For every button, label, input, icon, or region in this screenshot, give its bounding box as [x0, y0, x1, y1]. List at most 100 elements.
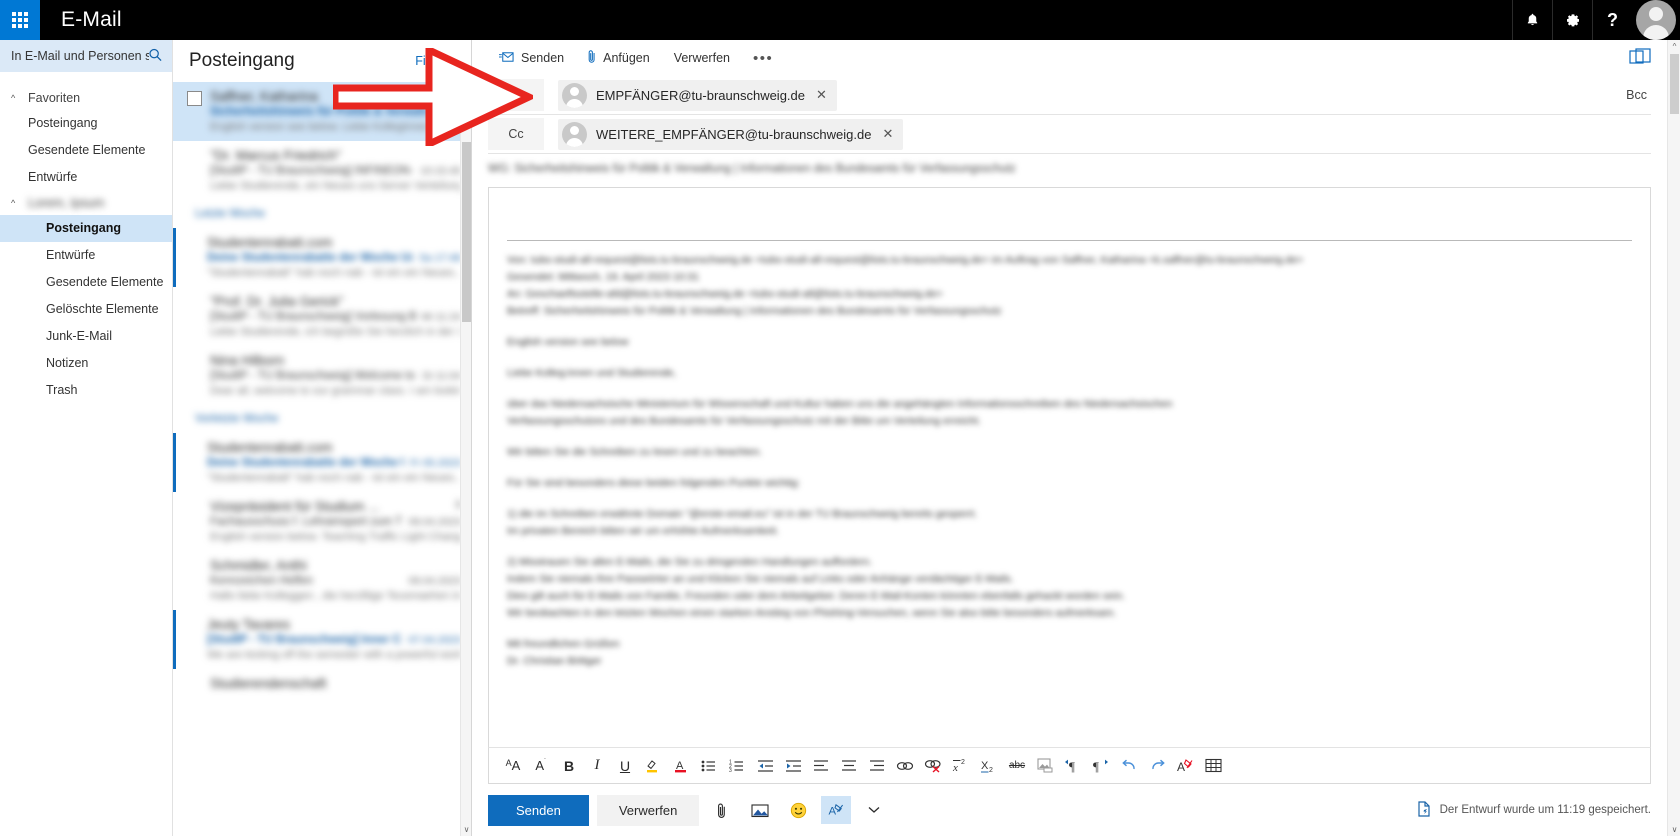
body-line: Im privaten Bereich bitten wir um erhöht… [507, 525, 779, 537]
sidebar-item-gesendete-elemente[interactable]: Gesendete Elemente [0, 269, 172, 296]
message-list-items[interactable]: Saffner, Katharina Sicherheitshinweis fü… [173, 82, 471, 836]
message-list-item-8[interactable]: Jeuty Tavares [StudIP - TU Braunschweig]… [173, 610, 471, 669]
to-field-recipients[interactable]: EMPFÄNGER@tu-braunschweig.de ✕ [544, 79, 1626, 111]
rtl-direction-icon[interactable]: ¶ [1087, 753, 1115, 778]
sidebar-item-junk-email[interactable]: Junk-E-Mail [0, 323, 172, 350]
clear-formatting-icon[interactable]: A [1171, 753, 1199, 778]
scroll-down-icon[interactable]: ∨ [461, 823, 471, 836]
sidebar-group-favorites-label: Favoriten [28, 91, 81, 105]
notifications-button[interactable] [1512, 0, 1552, 40]
insert-link-icon[interactable] [891, 753, 919, 778]
to-field-label[interactable]: An [488, 79, 544, 111]
message-body-editor[interactable]: Von: tubs-studi-all-request@lists.tu-bra… [488, 187, 1651, 747]
more-commands-button[interactable]: ••• [743, 48, 783, 69]
scroll-down-icon[interactable]: ∨ [1668, 823, 1680, 836]
decrease-indent-icon[interactable] [751, 753, 779, 778]
sidebar-item-fav-posteingang[interactable]: Posteingang [0, 110, 172, 137]
bcc-toggle-button[interactable]: Bcc [1626, 88, 1651, 102]
sidebar-item-fav-gesendete[interactable]: Gesendete Elemente [0, 137, 172, 164]
app-launcher-button[interactable] [0, 0, 40, 40]
strikethrough-icon[interactable]: abc [1003, 753, 1031, 778]
message-subject: [StudIP - TU Braunschweig] INFINEON-P. [210, 165, 415, 177]
scroll-up-icon[interactable]: ^ [1668, 40, 1680, 53]
sidebar-item-entwuerfe[interactable]: Entwürfe [0, 242, 172, 269]
sidebar-item-trash[interactable]: Trash [0, 377, 172, 404]
discard-command[interactable]: Verwerfen [663, 46, 741, 70]
insert-image-icon[interactable] [1031, 753, 1059, 778]
align-left-icon[interactable] [807, 753, 835, 778]
superscript-icon[interactable]: x2 [947, 753, 975, 778]
sidebar-group-favorites[interactable]: ^ Favoriten [0, 86, 172, 110]
message-list-item-6[interactable]: Vizepräsident für Studium ... 3 Fachauss… [173, 492, 471, 551]
attach-command[interactable]: Anfügen [577, 44, 661, 72]
sidebar-item-geloeschte-elemente[interactable]: Gelöschte Elemente [0, 296, 172, 323]
bold-icon[interactable]: B [555, 753, 583, 778]
toggle-formatting-options-icon[interactable]: A [821, 796, 852, 824]
highlight-color-icon[interactable] [639, 753, 667, 778]
insert-emoji-icon[interactable] [783, 796, 813, 824]
subscript-icon[interactable]: X2 [975, 753, 1003, 778]
message-list-item-7[interactable]: Schmidler, Anthi Kennzeichen Helfen 09.0… [173, 551, 471, 610]
page-scrollbar[interactable]: ^ ∨ [1667, 40, 1680, 836]
message-list-item-3[interactable]: "Prof. Dr. Julia Gerick" [StudIP - TU Br… [173, 287, 471, 346]
message-checkbox[interactable] [187, 91, 202, 106]
body-line: Wir beobachten in den letzten Wochen ein… [507, 607, 1117, 619]
sidebar-item-fav-entwuerfe[interactable]: Entwürfe [0, 164, 172, 191]
to-field-row[interactable]: An EMPFÄNGER@tu-braunschweig.de ✕ Bcc [488, 76, 1651, 115]
settings-button[interactable] [1552, 0, 1592, 40]
scrollbar-thumb[interactable] [1670, 54, 1679, 114]
help-button[interactable]: ? [1592, 0, 1632, 40]
insert-table-icon[interactable] [1199, 753, 1227, 778]
increase-indent-icon[interactable] [779, 753, 807, 778]
editor-wrapper: Von: tubs-studi-all-request@lists.tu-bra… [472, 179, 1667, 784]
font-size-shrink-icon[interactable]: A ˙ [527, 753, 555, 778]
subject-field[interactable]: WG: Sicherheitshinweis für Politik & Ver… [472, 154, 1667, 179]
message-list-item-9[interactable]: Studierendenschaft [173, 669, 471, 701]
cc-field-recipients[interactable]: WEITERE_EMPFÄNGER@tu-braunschweig.de ✕ [544, 118, 1651, 150]
sidebar-group-account[interactable]: ^ Lorem, Ipsum [0, 191, 172, 215]
discard-button[interactable]: Verwerfen [596, 794, 700, 826]
remove-recipient-icon[interactable]: ✕ [880, 126, 895, 142]
recipient-pill-to[interactable]: EMPFÄNGER@tu-braunschweig.de ✕ [558, 79, 837, 111]
scroll-up-icon[interactable]: ^ [461, 82, 471, 95]
message-content: Schmidler, Anthi Kennzeichen Helfen 09.0… [184, 558, 461, 602]
recipient-pill-cc[interactable]: WEITERE_EMPFÄNGER@tu-braunschweig.de ✕ [558, 118, 904, 150]
message-content: "Dr. Marcus Friedrich" [StudIP - TU Brau… [184, 148, 461, 192]
ltr-direction-icon[interactable]: ¶ [1059, 753, 1087, 778]
cc-field-label[interactable]: Cc [488, 118, 544, 150]
cc-field-row[interactable]: Cc WEITERE_EMPFÄNGER@tu-braunschweig.de … [488, 115, 1651, 154]
chevron-up-icon: ^ [11, 93, 16, 103]
font-size-grow-icon[interactable]: AA [499, 753, 527, 778]
message-sender: "Prof. Dr. Julia Gerick" [210, 294, 344, 309]
popout-icon[interactable] [1629, 48, 1651, 70]
user-avatar[interactable] [1636, 0, 1676, 40]
message-list-item-0[interactable]: Saffner, Katharina Sicherheitshinweis fü… [173, 82, 471, 141]
remove-recipient-icon[interactable]: ✕ [814, 87, 829, 103]
attach-file-icon[interactable] [707, 796, 737, 824]
italic-icon[interactable]: I [583, 753, 611, 778]
message-list-item-1[interactable]: "Dr. Marcus Friedrich" [StudIP - TU Brau… [173, 141, 471, 200]
align-center-icon[interactable] [835, 753, 863, 778]
message-list-item-2[interactable]: Studentenrabatt.com Deine Studentenrabat… [173, 228, 471, 287]
message-list-item-5[interactable]: Studentenrabatt.com Deine Studentenrabat… [173, 433, 471, 492]
bulleted-list-icon[interactable] [695, 753, 723, 778]
numbered-list-icon[interactable]: 123 [723, 753, 751, 778]
undo-icon[interactable] [1115, 753, 1143, 778]
align-right-icon[interactable] [863, 753, 891, 778]
message-list-item-4[interactable]: Nina Hilborn [StudIP - TU Braunschweig] … [173, 346, 471, 405]
remove-link-icon[interactable] [919, 753, 947, 778]
more-options-chevron-icon[interactable] [859, 796, 889, 824]
sidebar-item-posteingang[interactable]: Posteingang [0, 215, 172, 242]
send-button[interactable]: Senden [488, 794, 589, 826]
send-command[interactable]: Senden [488, 46, 575, 71]
filter-button[interactable]: Filter [415, 54, 457, 68]
redo-icon[interactable] [1143, 753, 1171, 778]
font-color-icon[interactable]: A [667, 753, 695, 778]
message-list-scrollbar[interactable]: ^ ∨ [460, 82, 471, 836]
search-input[interactable]: In E-Mail und Personen s... [0, 40, 172, 72]
scrollbar-thumb[interactable] [462, 142, 471, 322]
sidebar-item-notizen[interactable]: Notizen [0, 350, 172, 377]
underline-icon[interactable]: U [611, 753, 639, 778]
draft-saved-status: Der Entwurf wurde um 11:19 gespeichert. [1417, 800, 1651, 820]
insert-picture-icon[interactable] [745, 796, 775, 824]
